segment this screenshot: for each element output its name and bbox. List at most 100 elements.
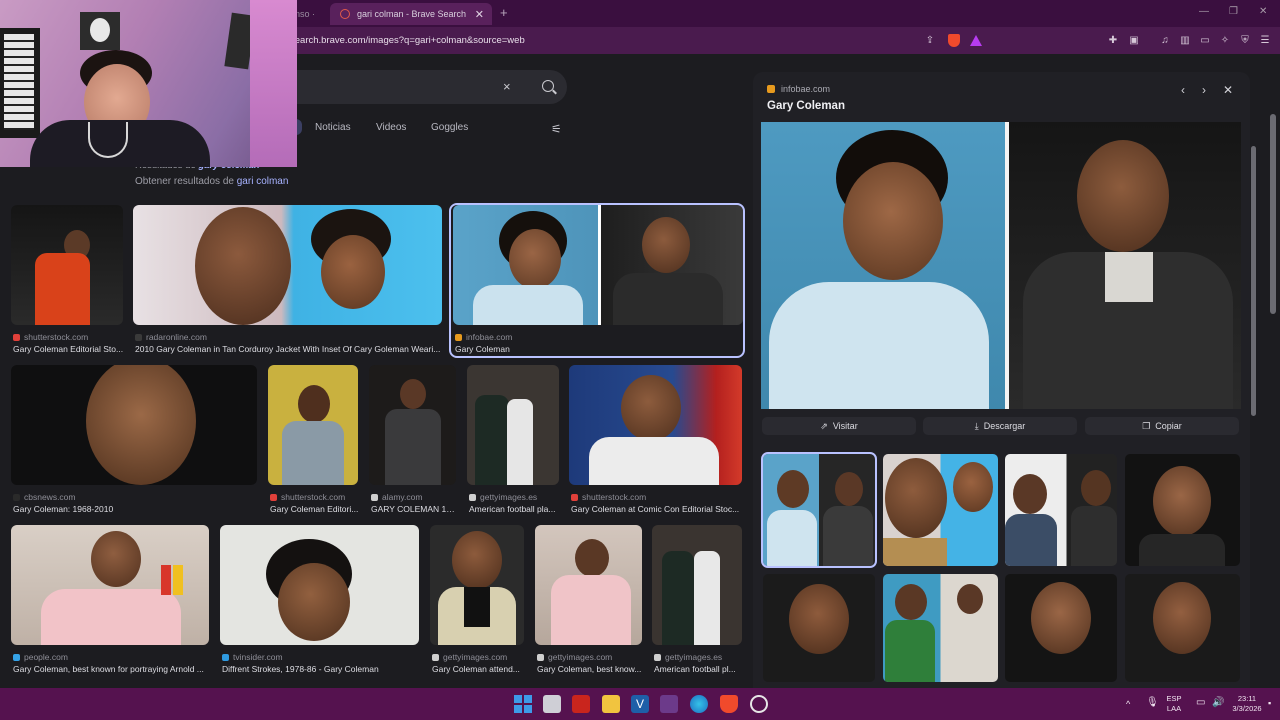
preview-title: Gary Coleman [767, 100, 845, 112]
tab-goggles[interactable]: Goggles [431, 122, 468, 133]
image-result[interactable]: radaronline.com 2010 Gary Coleman in Tan… [133, 205, 442, 355]
brave-taskbar-icon[interactable] [720, 695, 738, 713]
clock-date: 3/3/2026 [1232, 704, 1262, 713]
share-icon[interactable]: ⇪ [923, 33, 937, 47]
clock-time: 23:11 [1237, 694, 1257, 703]
search-input[interactable]: × [290, 70, 567, 104]
selected-result-outline [449, 203, 745, 358]
volume-icon[interactable]: 🔊 [1212, 698, 1224, 708]
download-button[interactable]: ⤓ Descargar [923, 417, 1077, 435]
search-icon[interactable] [542, 80, 554, 92]
extensions-icon[interactable]: ✚ [1106, 33, 1120, 47]
url-text: search.brave.com/images?q=gari+colman&so… [290, 34, 525, 46]
related-image[interactable] [1125, 454, 1240, 566]
language-indicator[interactable]: ESP LAA [1166, 694, 1182, 714]
media-icon[interactable]: ♫ [1158, 33, 1172, 47]
brave-shields-icon[interactable] [947, 33, 961, 47]
clear-search-icon[interactable]: × [503, 79, 511, 94]
image-result[interactable]: cbsnews.com Gary Coleman: 1968-2010 [11, 365, 257, 515]
clock[interactable]: 23:11 3/3/2026 [1230, 694, 1264, 714]
related-image[interactable] [883, 454, 998, 566]
file-explorer-icon[interactable] [602, 695, 620, 713]
tab-label: gari colman - Brave Search [357, 9, 467, 19]
image-result[interactable]: gettyimages.es American football pla... [467, 365, 559, 515]
screenshot-icon[interactable]: ▣ [1127, 33, 1141, 47]
result-caption: Gary Coleman Editori... [270, 504, 359, 514]
filter-settings-icon[interactable]: ⚟ [551, 122, 562, 136]
result-source: gettyimages.com [548, 652, 613, 662]
vpn-icon[interactable]: ⛨ [1238, 33, 1252, 47]
image-result[interactable]: gettyimages.com Gary Coleman attend... [430, 525, 524, 675]
app-icon[interactable] [660, 695, 678, 713]
address-bar[interactable]: search.brave.com/images?q=gari+colman&so… [290, 29, 990, 51]
visit-label: Visitar [832, 421, 858, 431]
original-query-link[interactable]: gari colman [237, 176, 289, 187]
related-image[interactable] [763, 574, 875, 682]
brave-rewards-icon[interactable] [969, 33, 983, 47]
related-image[interactable] [1125, 574, 1240, 682]
image-result[interactable]: shutterstock.com Gary Coleman Editori... [268, 365, 358, 515]
next-image-icon[interactable]: › [1202, 83, 1206, 97]
panel-scrollbar[interactable] [1251, 146, 1256, 416]
preview-image[interactable] [761, 122, 1241, 409]
wallet-icon[interactable]: ▭ [1198, 33, 1212, 47]
leo-ai-icon[interactable]: ✧ [1218, 33, 1232, 47]
download-icon: ⤓ [974, 420, 979, 431]
tab-news[interactable]: Noticias [315, 122, 351, 133]
image-result[interactable]: people.com Gary Coleman, best known for … [11, 525, 209, 675]
image-result[interactable]: tvinsider.com Diffrent Strokes, 1978-86 … [220, 525, 419, 675]
close-window-icon[interactable]: ✕ [1259, 6, 1267, 17]
result-caption: American football pl... [654, 664, 736, 674]
image-result[interactable]: gettyimages.com Gary Coleman, best know.… [535, 525, 642, 675]
close-tab-icon[interactable]: ✕ [475, 8, 484, 21]
image-result[interactable]: alamy.com GARY COLEMAN 19... [369, 365, 458, 515]
image-result[interactable]: gettyimages.es American football pl... [652, 525, 742, 675]
result-source: alamy.com [382, 492, 423, 502]
preview-source[interactable]: infobae.com [767, 84, 830, 94]
infobae-favicon-icon [767, 85, 775, 93]
obs-icon[interactable] [750, 695, 768, 713]
acrobat-icon[interactable] [572, 695, 590, 713]
related-image[interactable] [1005, 454, 1117, 566]
webcam-overlay [0, 0, 297, 167]
result-source: radaronline.com [146, 332, 207, 342]
close-preview-icon[interactable]: ✕ [1223, 83, 1233, 97]
new-tab-button[interactable]: + [500, 5, 508, 20]
task-view-icon[interactable] [543, 695, 561, 713]
visit-button[interactable]: ⇗ Visitar [762, 417, 916, 435]
result-source: shutterstock.com [24, 332, 89, 342]
image-result[interactable]: shutterstock.com Gary Coleman Editorial … [11, 205, 123, 355]
copy-button[interactable]: ❐ Copiar [1085, 417, 1239, 435]
related-image[interactable] [761, 452, 877, 568]
image-preview-panel: infobae.com Gary Coleman ‹ › ✕ ⇗ Visitar … [753, 72, 1250, 688]
windows-start-icon[interactable] [514, 695, 532, 713]
sidebar-icon[interactable]: ▥ [1178, 33, 1192, 47]
preview-source-label: infobae.com [781, 84, 831, 94]
result-caption: American football pla... [469, 504, 556, 514]
tab-videos[interactable]: Videos [376, 122, 406, 133]
related-image[interactable] [883, 574, 998, 682]
vscode-like-icon[interactable]: V [631, 695, 649, 713]
result-source: gettyimages.com [443, 652, 508, 662]
page-scrollbar[interactable] [1270, 114, 1276, 314]
network-icon[interactable]: ▭ [1196, 698, 1205, 708]
result-caption: Diffrent Strokes, 1978-86 - Gary Coleman [222, 664, 379, 674]
result-caption: Gary Coleman, best know... [537, 664, 642, 674]
result-caption: Gary Coleman attend... [432, 664, 520, 674]
restore-icon[interactable]: ❐ [1229, 6, 1238, 17]
show-hidden-icons[interactable]: ^ [1126, 699, 1130, 709]
wall-light [250, 0, 297, 167]
keyboard-instrument [0, 28, 40, 138]
image-result[interactable]: shutterstock.com Gary Coleman at Comic C… [569, 365, 742, 515]
notification-icon[interactable]: ▪ [1268, 698, 1271, 708]
previous-image-icon[interactable]: ‹ [1181, 83, 1185, 97]
tab-active[interactable]: gari colman - Brave Search ✕ [330, 3, 492, 25]
edge-icon[interactable] [690, 695, 708, 713]
microphone-icon[interactable]: 🎙 [1146, 698, 1159, 708]
minimize-icon[interactable]: — [1199, 6, 1209, 17]
related-image[interactable] [1005, 574, 1117, 682]
download-label: Descargar [983, 421, 1026, 431]
lang-primary: ESP [1166, 694, 1182, 703]
menu-icon[interactable]: ☰ [1258, 33, 1272, 47]
result-source: people.com [24, 652, 68, 662]
